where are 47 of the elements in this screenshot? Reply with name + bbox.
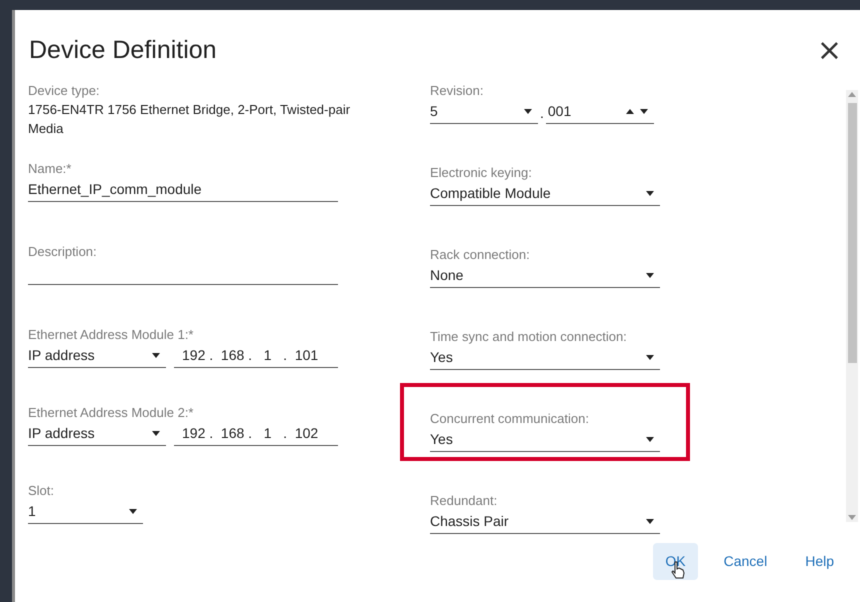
caret-icon — [646, 273, 654, 278]
dropdown[interactable]: Yes — [430, 346, 660, 370]
scrollbar[interactable] — [846, 90, 858, 522]
caret-icon — [129, 509, 137, 514]
caret-icon — [152, 353, 160, 358]
field-label: Ethernet Address Module 2:* — [28, 404, 194, 422]
dropdown[interactable]: Yes — [430, 428, 660, 452]
dialog-button[interactable]: OK — [653, 543, 698, 580]
dropdown[interactable]: IP address — [28, 344, 166, 368]
dropdown[interactable]: Compatible Module — [430, 182, 660, 206]
close-button[interactable]: × — [816, 36, 842, 66]
ip-address-field[interactable]: 192 . 168 . 1 . 102 — [174, 422, 338, 446]
field-label: Electronic keying: — [430, 164, 533, 182]
caret-icon — [152, 431, 160, 436]
field-label: Rack connection: — [430, 246, 531, 264]
dropdown[interactable]: 1 — [28, 500, 143, 524]
caret-icon — [646, 355, 654, 360]
caret-icon — [640, 109, 648, 114]
field-label: Device type: — [28, 82, 101, 100]
spin-up-icon[interactable] — [626, 109, 634, 114]
dropdown[interactable]: None — [430, 264, 660, 288]
dropdown[interactable]: IP address — [28, 422, 166, 446]
field-label: Ethernet Address Module 1:* — [28, 326, 194, 344]
ip-address-field[interactable]: 192 . 168 . 1 . 101 — [174, 344, 338, 368]
caret-icon — [646, 191, 654, 196]
caret-icon — [646, 437, 654, 442]
window-title: Device Definition — [29, 35, 217, 66]
scroll-down-icon[interactable] — [848, 515, 856, 520]
device-type-text: 1756-EN4TR 1756 Ethernet Bridge, 2-Port, Twisted-pair Media — [28, 101, 352, 138]
field-label: Time sync and motion connection: — [430, 328, 628, 346]
scroll-up-icon[interactable] — [848, 92, 856, 97]
field-label: Redundant: — [430, 492, 498, 510]
text-field[interactable]: Ethernet_IP_comm_module — [28, 178, 338, 202]
field-label: Slot: — [28, 482, 56, 500]
dropdown[interactable]: 5 — [430, 100, 538, 124]
dialog-button[interactable]: Cancel — [712, 543, 780, 580]
revision-separator: . — [540, 104, 544, 123]
caret-icon — [646, 519, 654, 524]
dropdown[interactable]: Chassis Pair — [430, 510, 660, 534]
field-label: Revision: — [430, 82, 484, 100]
field-label: Name:* — [28, 160, 72, 178]
caret-icon — [524, 109, 532, 114]
revision-spinner[interactable]: 001 — [546, 100, 654, 124]
dialog-button[interactable]: Help — [793, 543, 846, 580]
scrollbar-thumb[interactable] — [848, 103, 856, 363]
field-label: Concurrent communication: — [430, 410, 590, 428]
field-label: Description: — [28, 243, 98, 261]
